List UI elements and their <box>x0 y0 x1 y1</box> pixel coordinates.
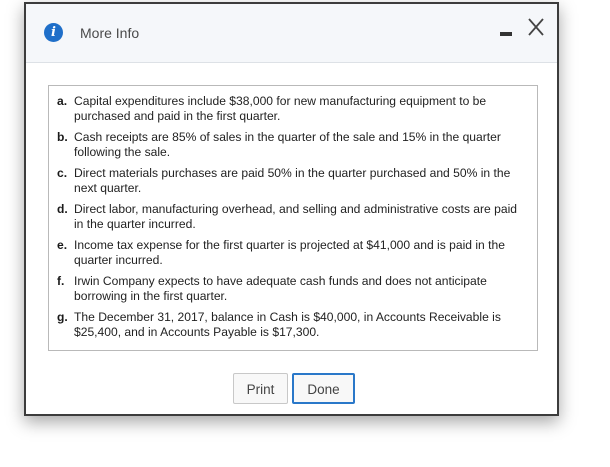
item-text: Capital expenditures include $38,000 for… <box>74 94 487 123</box>
print-button[interactable]: Print <box>233 373 288 404</box>
item-letter: e. <box>57 238 68 252</box>
item-text: Direct labor, manufacturing overhead, an… <box>74 202 518 231</box>
item-letter: a. <box>57 94 68 108</box>
item-letter: b. <box>57 130 68 144</box>
list-item: a. Capital expenditures include $38,000 … <box>57 94 527 124</box>
dialog-title-bar: i More Info <box>26 4 557 63</box>
info-icon: i <box>44 23 63 42</box>
list-item: f. Irwin Company expects to have adequat… <box>57 274 527 304</box>
minimize-button[interactable] <box>498 18 514 42</box>
minimize-icon <box>500 32 512 36</box>
list-item: b. Cash receipts are 85% of sales in the… <box>57 130 527 160</box>
item-text: Irwin Company expects to have adequate c… <box>74 274 487 303</box>
item-letter: c. <box>57 166 68 180</box>
close-icon <box>528 18 544 36</box>
item-letter: f. <box>57 274 65 288</box>
item-text: Direct materials purchases are paid 50% … <box>74 166 511 195</box>
item-letter: d. <box>57 202 68 216</box>
done-button[interactable]: Done <box>292 373 355 404</box>
item-text: The December 31, 2017, balance in Cash i… <box>74 310 501 339</box>
dialog-title: More Info <box>80 25 140 41</box>
item-letter: g. <box>57 310 68 324</box>
list-item: g. The December 31, 2017, balance in Cas… <box>57 310 527 340</box>
close-button[interactable] <box>525 16 547 38</box>
info-content-box: a. Capital expenditures include $38,000 … <box>48 85 538 351</box>
list-item: d. Direct labor, manufacturing overhead,… <box>57 202 527 232</box>
item-text: Cash receipts are 85% of sales in the qu… <box>74 130 501 159</box>
item-text: Income tax expense for the first quarter… <box>74 238 505 267</box>
more-info-dialog: i More Info a. Capital expenditures incl… <box>24 2 559 416</box>
list-item: e. Income tax expense for the first quar… <box>57 238 527 268</box>
list-item: c. Direct materials purchases are paid 5… <box>57 166 527 196</box>
